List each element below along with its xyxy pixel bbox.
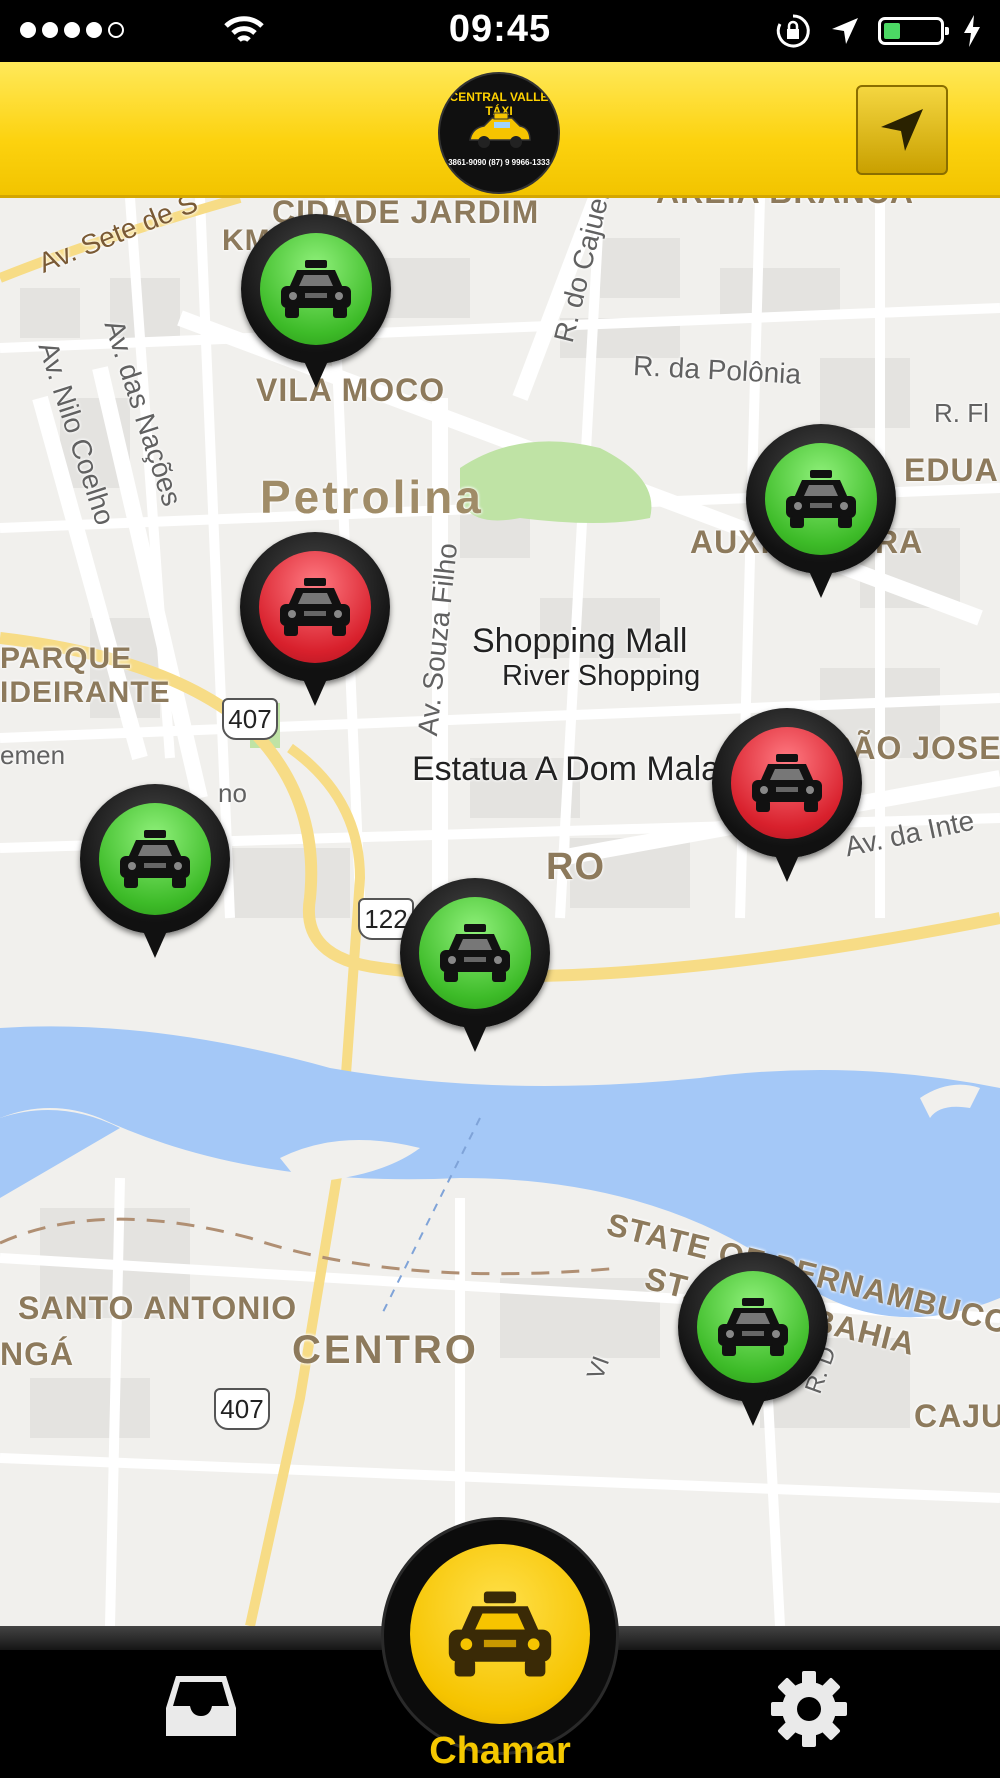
poi-river-shopping[interactable]: River Shopping xyxy=(502,660,700,693)
map-label-ideirante: IDEIRANTE xyxy=(0,676,171,709)
taxi-icon xyxy=(120,830,190,888)
app-logo: CENTRAL VALLE TÁXI 3861-9090 (87) 9 9966… xyxy=(440,74,558,192)
app-header: CENTRAL VALLE TÁXI 3861-9090 (87) 9 9966… xyxy=(0,62,1000,198)
logo-phone: 3861-9090 (87) 9 9966-1333 xyxy=(448,158,550,167)
poi-shopping-mall[interactable]: Shopping Mall xyxy=(472,622,687,661)
map-view[interactable]: CIDADE JARDIM AREIA BRANCA KM VILA MOCO … xyxy=(0,198,1000,1626)
taxi-marker-available[interactable] xyxy=(678,1252,828,1428)
battery-icon xyxy=(878,17,949,45)
map-label-nga: NGÁ xyxy=(0,1336,75,1372)
inbox-icon[interactable] xyxy=(166,1674,236,1738)
taxi-marker-available[interactable] xyxy=(80,784,230,960)
gear-icon[interactable] xyxy=(770,1670,848,1748)
taxi-icon xyxy=(752,754,822,812)
map-label-petrolina: Petrolina xyxy=(260,471,484,523)
logo-taxi-image xyxy=(469,112,531,148)
taxi-icon xyxy=(281,260,351,318)
taxi-icon xyxy=(448,1591,552,1677)
taxi-marker-busy[interactable] xyxy=(240,532,390,708)
taxi-icon xyxy=(440,924,510,982)
taxi-marker-available[interactable] xyxy=(400,878,550,1054)
taxi-icon xyxy=(718,1298,788,1356)
taxi-icon xyxy=(280,578,350,636)
my-location-button[interactable] xyxy=(856,85,948,175)
location-arrow-icon xyxy=(832,18,858,44)
charging-bolt-icon xyxy=(964,15,980,47)
map-label-parque: PARQUE xyxy=(0,642,133,675)
street-label-rfl: R. Fl xyxy=(934,398,989,428)
call-taxi-label[interactable]: Chamar xyxy=(384,1730,616,1773)
street-label-clemen: emen xyxy=(0,740,66,770)
navigation-arrow-icon xyxy=(881,109,923,151)
call-taxi-button[interactable] xyxy=(384,1520,616,1752)
map-label-centro: CENTRO xyxy=(292,1328,479,1372)
taxi-marker-available[interactable] xyxy=(241,214,391,390)
map-label-santo-antonio: SANTO ANTONIO xyxy=(18,1290,298,1326)
status-bar: 09:45 xyxy=(0,0,1000,62)
route-shield: 407 xyxy=(214,1388,270,1430)
taxi-marker-available[interactable] xyxy=(746,424,896,600)
orientation-lock-icon xyxy=(776,14,810,48)
map-label-ro: RO xyxy=(546,846,605,888)
map-label-edua: EDUA xyxy=(904,452,999,488)
map-label-caju: CAJU xyxy=(914,1398,1000,1434)
taxi-icon xyxy=(786,470,856,528)
taxi-marker-busy[interactable] xyxy=(712,708,862,884)
map-label-areia-branca: AREIA BRANCA xyxy=(656,198,914,211)
poi-statue[interactable]: Estatua A Dom Malan xyxy=(412,750,739,789)
